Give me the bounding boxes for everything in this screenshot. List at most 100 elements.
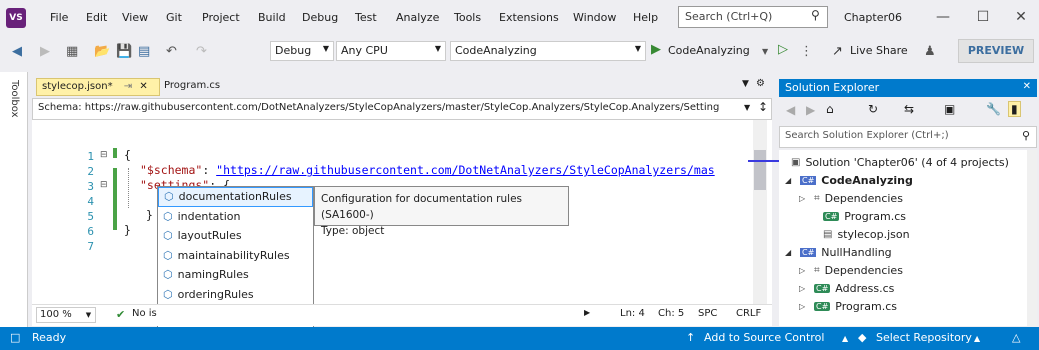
tab-program-cs[interactable]: Program.cs (160, 78, 224, 93)
properties-icon[interactable]: 🔧 (986, 102, 1001, 116)
autocomplete-item[interactable]: ⬡ namingRules (158, 265, 313, 285)
toolbox-label[interactable]: Toolbox (9, 80, 20, 118)
menu-view[interactable]: View (122, 11, 148, 24)
close-icon[interactable]: ✕ (1006, 6, 1036, 28)
schema-bar[interactable]: Schema: https://raw.githubusercontent.co… (32, 98, 772, 120)
chevron-up-icon[interactable]: ▲ (842, 334, 848, 343)
line-ending-indicator[interactable]: CRLF (736, 308, 761, 319)
tree-item-dependencies[interactable]: ▷ ⌗ Dependencies (799, 189, 903, 207)
fold-icon[interactable]: ⊟ (100, 180, 108, 190)
menu-extensions[interactable]: Extensions (499, 11, 559, 24)
tree-item-file[interactable]: C# Program.cs (823, 207, 906, 225)
tab-stylecop-json[interactable]: stylecop.json* ⇥ ✕ (36, 78, 160, 96)
save-all-icon[interactable]: ▤ (138, 44, 150, 59)
menu-project[interactable]: Project (202, 11, 240, 24)
menu-tools[interactable]: Tools (454, 11, 481, 24)
pin-icon[interactable]: ⇥ (124, 81, 132, 92)
save-icon[interactable]: 💾 (116, 44, 132, 59)
line-indicator[interactable]: Ln: 4 (620, 308, 645, 319)
autocomplete-item[interactable]: ⬡ layoutRules (158, 226, 313, 246)
issues-indicator[interactable]: No is (132, 308, 157, 319)
notifications-icon[interactable]: △ (1012, 331, 1020, 344)
tree-item-solution[interactable]: ▣ Solution 'Chapter06' (4 of 4 projects) (791, 153, 1009, 171)
autocomplete-item[interactable]: ⬡ documentationRules (158, 187, 313, 207)
preview-button[interactable]: PREVIEW (958, 39, 1034, 63)
autocomplete-item[interactable]: ⬡ indentation (158, 207, 313, 227)
back-icon[interactable]: ◀ (786, 103, 795, 117)
menu-git[interactable]: Git (166, 11, 182, 24)
search-icon[interactable]: ⚲ (1022, 129, 1030, 142)
minimize-icon[interactable]: — (928, 6, 958, 28)
search-icon[interactable]: ⚲ (811, 8, 820, 22)
collapsed-caret-icon[interactable]: ▷ (799, 266, 809, 275)
menu-test[interactable]: Test (355, 11, 377, 24)
solution-explorer-header[interactable]: Solution Explorer ✕ (779, 79, 1037, 97)
add-to-source-control-button[interactable]: Add to Source Control (704, 331, 824, 344)
menu-help[interactable]: Help (633, 11, 658, 24)
select-repository-button[interactable]: Select Repository (876, 331, 972, 344)
feedback-icon[interactable]: ♟ (924, 44, 936, 59)
chevron-right-icon[interactable]: ▶ (584, 308, 590, 317)
live-share-icon[interactable]: ↗ (832, 44, 843, 59)
menu-build[interactable]: Build (258, 11, 286, 24)
forward-icon[interactable]: ▶ (806, 103, 815, 117)
run-button[interactable]: CodeAnalyzing (668, 44, 750, 57)
output-icon[interactable]: □ (10, 331, 20, 344)
search-input[interactable]: Search (Ctrl+Q) (678, 6, 828, 28)
collapsed-caret-icon[interactable]: ▷ (799, 194, 809, 203)
maximize-icon[interactable]: ☐ (968, 6, 998, 28)
collapsed-caret-icon[interactable]: ▷ (799, 284, 809, 293)
sync-icon[interactable]: ⇆ (904, 102, 914, 116)
fold-icon[interactable]: ⊟ (100, 150, 108, 160)
startup-project-combo[interactable]: CodeAnalyzing ▼ (450, 41, 646, 61)
tree-item-dependencies[interactable]: ▷ ⌗ Dependencies (799, 261, 903, 279)
redo-icon[interactable]: ↷ (196, 44, 207, 59)
tree-item-project[interactable]: ◢ C# NullHandling (785, 243, 892, 261)
chevron-down-icon[interactable]: ▼ (762, 47, 768, 56)
chevron-down-icon[interactable]: ▼ (742, 79, 749, 89)
chevron-down-icon[interactable]: ▼ (744, 103, 750, 112)
tree-item-project[interactable]: ◢ C# CodeAnalyzing (785, 171, 913, 189)
menu-analyze[interactable]: Analyze (396, 11, 439, 24)
autocomplete-item[interactable]: ⬡ maintainabilityRules (158, 246, 313, 266)
collapsed-caret-icon[interactable]: ▷ (799, 302, 809, 311)
expanded-caret-icon[interactable]: ◢ (785, 176, 795, 185)
home-icon[interactable]: ⌂ (826, 102, 834, 116)
solution-search-input[interactable]: Search Solution Explorer (Ctrl+;) (779, 126, 1037, 148)
scrollbar-thumb[interactable] (754, 150, 766, 190)
run-without-debug-icon[interactable]: ▷ (778, 42, 788, 57)
whitespace-indicator[interactable]: SPC (698, 308, 717, 319)
chevron-up-icon[interactable]: ▲ (974, 334, 980, 343)
tree-item-file[interactable]: ▷ C# Program.cs (799, 297, 897, 315)
autocomplete-item[interactable]: ⬡ orderingRules (158, 285, 313, 305)
menu-debug[interactable]: Debug (302, 11, 338, 24)
solution-explorer-scrollbar[interactable] (1027, 150, 1037, 326)
hot-reload-icon[interactable]: ⋮ (800, 44, 813, 59)
forward-icon[interactable]: ▶ (40, 44, 50, 59)
menu-file[interactable]: File (50, 11, 68, 24)
column-indicator[interactable]: Ch: 5 (658, 308, 684, 319)
config-combo[interactable]: Debug ▼ (270, 41, 334, 61)
back-icon[interactable]: ◀ (12, 44, 22, 59)
solution-tree[interactable]: ▣ Solution 'Chapter06' (4 of 4 projects) … (779, 150, 1027, 326)
live-share-button[interactable]: Live Share (850, 44, 908, 57)
platform-combo[interactable]: Any CPU ▼ (336, 41, 446, 61)
schema-url[interactable]: https://raw.githubusercontent.com/DotNet… (85, 102, 720, 113)
split-icon[interactable]: ↕ (758, 100, 768, 114)
new-project-icon[interactable]: ▦ (66, 44, 78, 59)
zoom-combo[interactable]: 100 % ▼ (36, 307, 96, 323)
run-icon[interactable]: ▶ (651, 42, 661, 57)
editor-scrollbar[interactable] (753, 120, 767, 304)
json-url-value[interactable]: "https://raw.githubusercontent.com/DotNe… (216, 163, 715, 177)
expanded-caret-icon[interactable]: ◢ (785, 248, 795, 257)
menu-window[interactable]: Window (573, 11, 616, 24)
show-all-icon[interactable]: ▣ (944, 102, 955, 116)
history-icon[interactable]: ↻ (868, 102, 878, 116)
undo-icon[interactable]: ↶ (166, 44, 177, 59)
gear-icon[interactable]: ⚙ (756, 78, 765, 89)
close-icon[interactable]: ✕ (139, 81, 147, 92)
tree-item-file[interactable]: ▷ C# Address.cs (799, 279, 894, 297)
menu-edit[interactable]: Edit (86, 11, 107, 24)
close-icon[interactable]: ✕ (1023, 81, 1031, 92)
preview-selected-icon[interactable]: ▮ (1008, 101, 1021, 117)
